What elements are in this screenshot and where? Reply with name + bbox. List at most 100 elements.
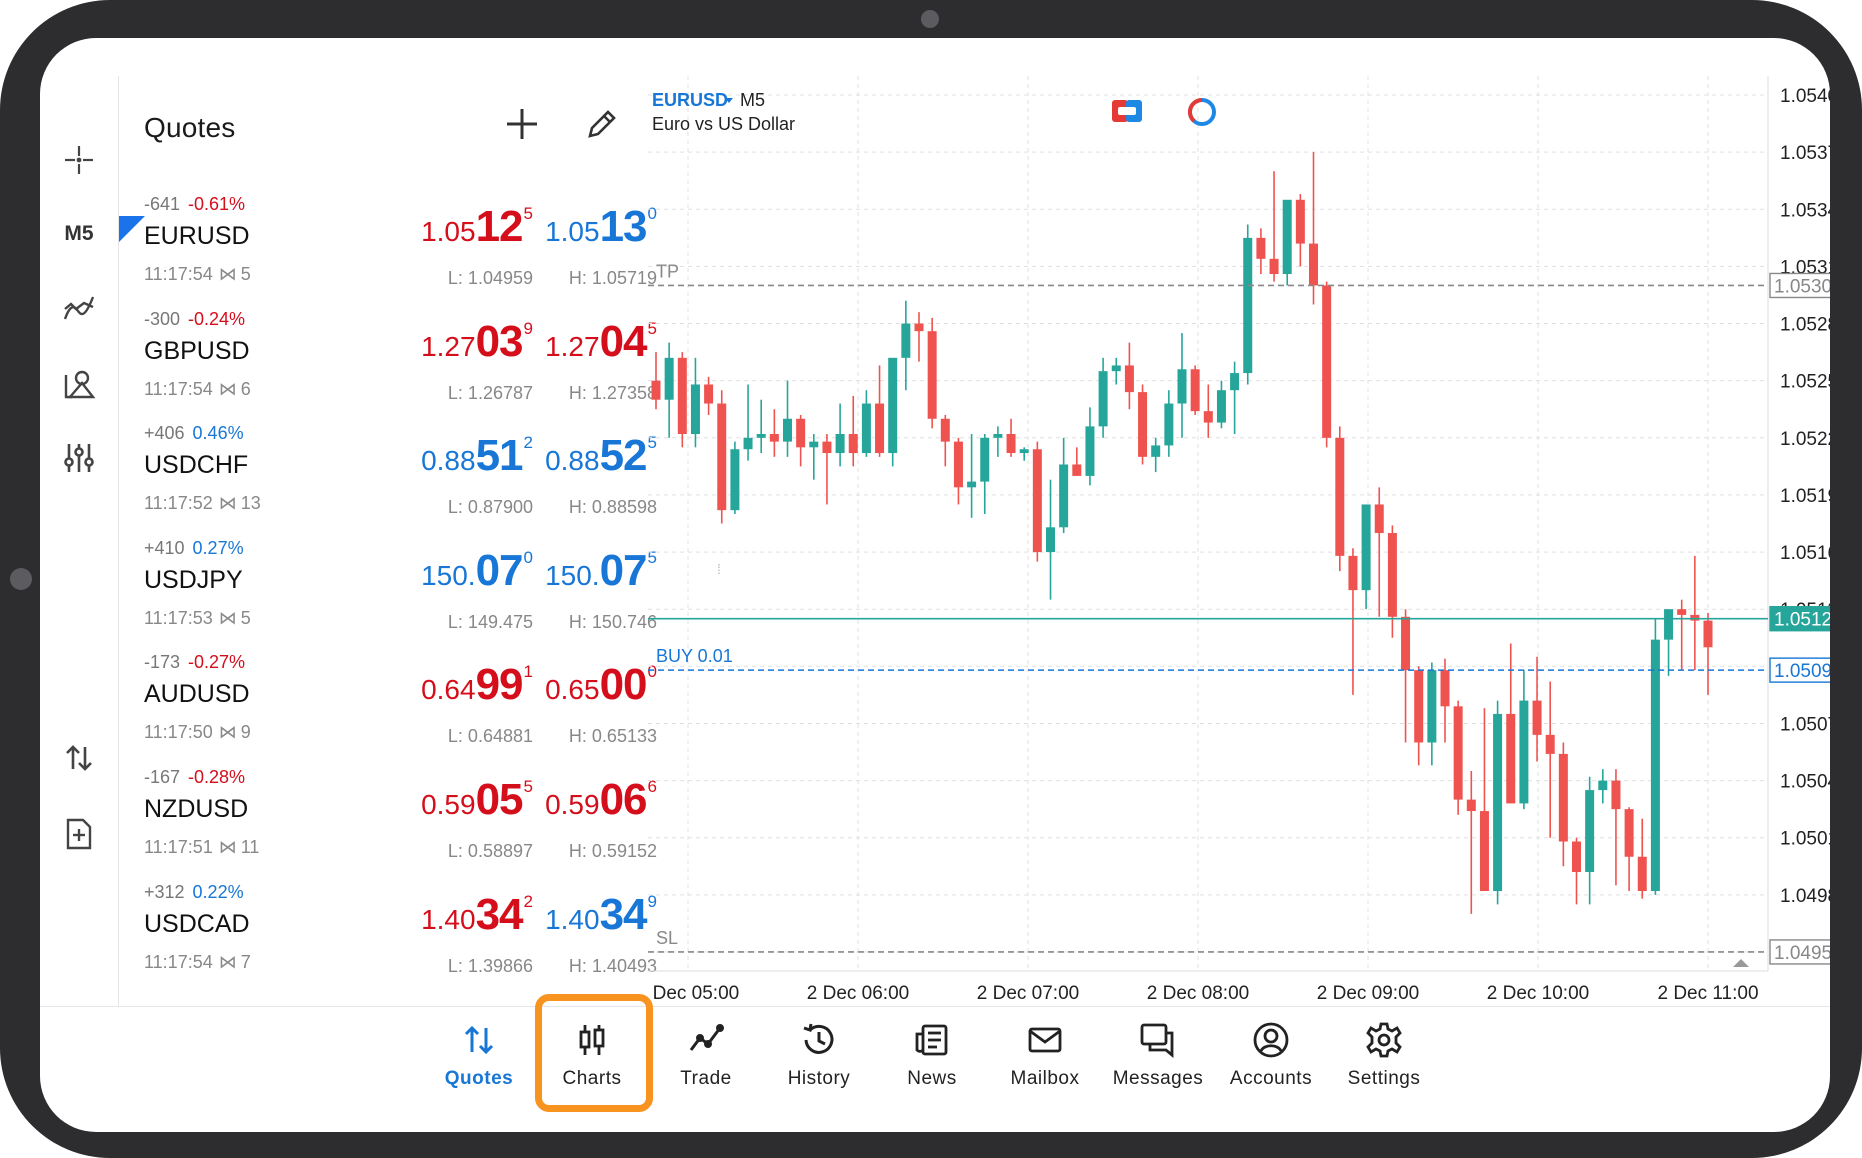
plus-icon[interactable] [502, 104, 542, 144]
bid-price[interactable]: 0.64991 [421, 660, 533, 712]
bid-price[interactable]: 1.27039 [421, 317, 533, 369]
candle-body [1624, 809, 1634, 857]
candle [704, 376, 714, 415]
ask-price[interactable]: 150.075 [545, 546, 657, 598]
candle-body [1203, 411, 1213, 423]
time-icon[interactable] [1187, 97, 1216, 126]
quote-row-nzdusd[interactable]: -167 -0.28% NZDUSD 11:17:51 ⋈ 11 0.59055 0.… [119, 757, 687, 871]
candle-body [1479, 811, 1489, 892]
new-order-icon[interactable] [40, 806, 118, 862]
ask-price[interactable]: 0.88525 [545, 431, 657, 483]
ask-price[interactable]: 1.05130 [545, 202, 657, 254]
candle-body [1177, 369, 1187, 404]
pencil-icon[interactable] [582, 104, 622, 144]
candle-body [1532, 700, 1542, 735]
candle-body [717, 403, 727, 511]
price-tag-text: 1.05125 [1774, 610, 1830, 631]
nav-quotes[interactable]: Quotes [423, 1008, 535, 1132]
candle-body [1124, 365, 1134, 393]
quote-row-eurusd[interactable]: -641 -0.61% EURUSD 11:17:54 ⋈ 5 1.05125 1.0… [119, 184, 687, 298]
candle [1387, 525, 1397, 638]
candle [1230, 361, 1240, 434]
candle-body [888, 357, 898, 454]
ask-price[interactable]: 1.40349 [545, 890, 657, 942]
candle [1677, 599, 1687, 671]
candle-body [796, 418, 806, 448]
candle [1216, 380, 1226, 429]
candle-body [1519, 700, 1529, 804]
nav-messages[interactable]: Messages [1102, 1008, 1214, 1132]
candle [730, 441, 740, 514]
candle-body [1664, 609, 1674, 640]
candle [1532, 656, 1542, 762]
candle [1124, 342, 1134, 410]
tick-time: 11:17:54 ⋈ 5 [144, 264, 251, 284]
symbol-label: GBPUSD [144, 336, 250, 365]
candle-body [1558, 753, 1568, 842]
candle-body [1677, 609, 1687, 615]
candle [1558, 742, 1568, 867]
candle [1151, 437, 1161, 473]
candle [967, 434, 977, 518]
candle [1019, 447, 1029, 461]
candle [1453, 700, 1463, 815]
quote-row-usdcad[interactable]: +312 0.22% USDCAD 11:17:54 ⋈ 7 1.40342 1.40… [119, 872, 687, 986]
low-price: L: 1.04959 [447, 268, 533, 288]
low-price: L: 0.87900 [447, 497, 533, 518]
candle-body [1506, 713, 1516, 804]
high-price: H: 0.59152 [568, 841, 657, 861]
bid-price[interactable]: 150.070 [421, 546, 533, 598]
bid-price[interactable]: 1.40342 [421, 890, 533, 942]
candle [822, 434, 832, 505]
bid-price[interactable]: 0.59055 [421, 775, 533, 827]
change-text: +312 0.22% [144, 881, 244, 902]
settings-sliders-icon[interactable] [40, 430, 118, 486]
candle [1269, 171, 1279, 282]
candle-body [1243, 237, 1253, 374]
low-price: L: 0.64881 [447, 726, 533, 747]
bid-price[interactable]: 0.88512 [421, 431, 533, 483]
one-click-trading-icon[interactable] [40, 730, 118, 786]
quote-row-audusd[interactable]: -173 -0.27% AUDUSD 11:17:50 ⋈ 9 0.64991 0.6… [119, 642, 687, 756]
candle [1085, 407, 1095, 486]
candle [1585, 776, 1595, 905]
nav-news[interactable]: News [876, 1008, 988, 1132]
candle-body [1427, 670, 1437, 743]
bid-price[interactable]: 1.05125 [421, 202, 533, 254]
candle-body [1269, 258, 1279, 275]
nav-accounts[interactable]: Accounts [1215, 1008, 1327, 1132]
quote-row-gbpusd[interactable]: -300 -0.24% GBPUSD 11:17:54 ⋈ 6 1.27039 1.2… [119, 299, 687, 413]
nav-settings[interactable]: Settings [1328, 1008, 1440, 1132]
nav-history[interactable]: History [763, 1008, 875, 1132]
timeframe-button[interactable]: M5 [40, 206, 118, 262]
crosshair-icon[interactable] [40, 132, 118, 188]
candle [1401, 609, 1411, 743]
y-tick-label: 1.05400 [1780, 86, 1830, 107]
candle-body [1466, 799, 1476, 812]
nav-trade[interactable]: Trade [650, 1008, 762, 1132]
ask-price[interactable]: 1.27045 [545, 317, 657, 369]
chart-area[interactable]: 1.054001.053701.053401.053101.052801.052… [637, 76, 1830, 1036]
candle [901, 300, 911, 391]
candle-body [1361, 504, 1371, 591]
chart-description: Euro vs US Dollar [652, 114, 795, 134]
price-tag-text: 1.04950 [1774, 943, 1830, 964]
objects-icon[interactable] [40, 356, 118, 412]
quote-row-usdjpy[interactable]: +410 0.27% USDJPY 11:17:53 ⋈ 5 150.070 150.… [119, 528, 687, 642]
high-price: H: 0.65133 [568, 726, 657, 747]
change-text: -641 -0.61% [144, 194, 246, 214]
ask-price[interactable]: 0.59066 [545, 775, 657, 827]
candle-body [1572, 841, 1581, 872]
candlestick-chart[interactable]: 1.054001.053701.053401.053101.052801.052… [637, 76, 1830, 1006]
nav-mailbox[interactable]: Mailbox [989, 1008, 1101, 1132]
candle-body [1387, 533, 1397, 617]
candle [1690, 555, 1700, 671]
chart-symbol[interactable]: EURUSD [652, 90, 728, 110]
ask-price[interactable]: 0.65000 [545, 660, 657, 712]
candle-body [690, 384, 700, 434]
candle-body [1322, 285, 1332, 438]
candle [756, 399, 766, 454]
indicator-icon[interactable] [40, 280, 118, 336]
trade-panel-icon[interactable] [1112, 100, 1142, 122]
quote-row-usdchf[interactable]: +406 0.46% USDCHF 11:17:52 ⋈ 13 0.88512 0.8… [119, 413, 687, 527]
